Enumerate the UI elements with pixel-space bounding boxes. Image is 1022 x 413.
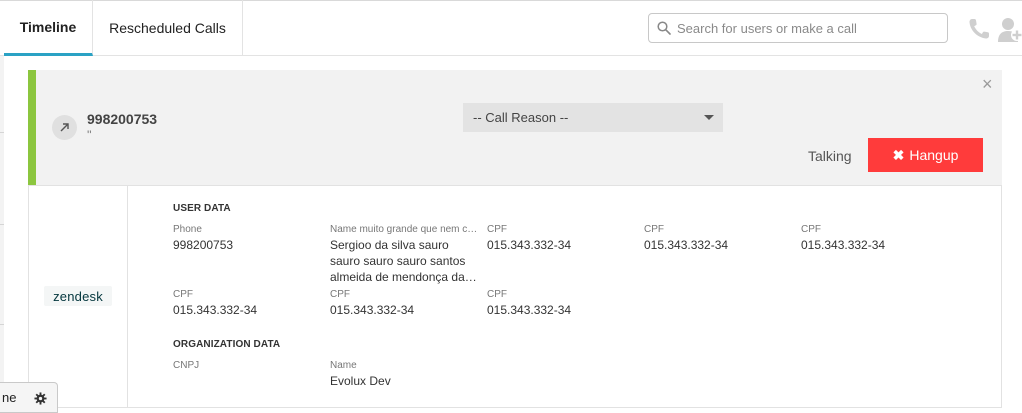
tab-rescheduled-calls[interactable]: Rescheduled Calls <box>93 0 243 56</box>
field-label: CNPJ <box>173 360 200 371</box>
field-label: Name muito grande que nem cabe <box>330 224 482 235</box>
call-status: Talking <box>808 148 852 164</box>
add-user-icon[interactable] <box>998 16 1022 44</box>
zendesk-logo: zendesk <box>44 286 112 306</box>
field-label: CPF <box>801 224 821 235</box>
organization-data-title: ORGANIZATION DATA <box>173 339 281 350</box>
field-value: 015.343.332-34 <box>330 303 415 317</box>
close-icon: ✖ <box>892 146 905 163</box>
call-direction-badge <box>52 115 77 140</box>
strip-divider <box>0 132 4 133</box>
hangup-button[interactable]: ✖ Hangup <box>868 138 983 172</box>
outbound-arrow-icon <box>60 123 69 132</box>
strip-divider <box>0 324 4 325</box>
bottom-status-pill[interactable]: ne <box>0 382 58 413</box>
tab-timeline[interactable]: Timeline <box>4 0 93 56</box>
bottom-pill-label: ne <box>2 390 17 405</box>
field-value: 015.343.332-34 <box>644 238 729 252</box>
phone-icon[interactable] <box>966 16 992 42</box>
field-label: Phone <box>173 224 202 235</box>
field-value: 015.343.332-34 <box>487 238 572 252</box>
top-bar: Timeline Rescheduled Calls <box>0 0 1022 56</box>
field-label: CPF <box>487 224 507 235</box>
close-icon[interactable]: × <box>982 75 993 93</box>
search-icon <box>657 21 671 35</box>
field-label: CPF <box>644 224 664 235</box>
call-reason-value: -- Call Reason -- <box>473 110 569 125</box>
field-label: CPF <box>330 289 350 300</box>
field-value: 015.343.332-34 <box>487 303 572 317</box>
field-value: Sergioo da silva sauro sauro sauro sauro… <box>330 238 466 284</box>
field-label: Name <box>330 360 357 371</box>
field-value: Evolux Dev <box>330 374 391 388</box>
field-value: 015.343.332-34 <box>801 238 886 252</box>
caller-number: 998200753 <box>87 111 158 127</box>
hangup-label: Hangup <box>909 147 959 163</box>
field-value: 998200753 <box>173 238 234 252</box>
search-box[interactable] <box>648 13 948 43</box>
field-label: CPF <box>173 289 193 300</box>
field-value: 015.343.332-34 <box>173 303 258 317</box>
gear-icon[interactable] <box>34 392 47 405</box>
field-label: CPF <box>487 289 507 300</box>
strip-divider <box>0 224 4 225</box>
user-data-title: USER DATA <box>173 203 231 214</box>
caller-name: '' <box>87 128 92 142</box>
search-input[interactable] <box>677 20 937 36</box>
chevron-down-icon <box>704 115 714 120</box>
call-reason-select[interactable]: -- Call Reason -- <box>463 103 723 132</box>
left-edge-strip <box>0 56 4 413</box>
